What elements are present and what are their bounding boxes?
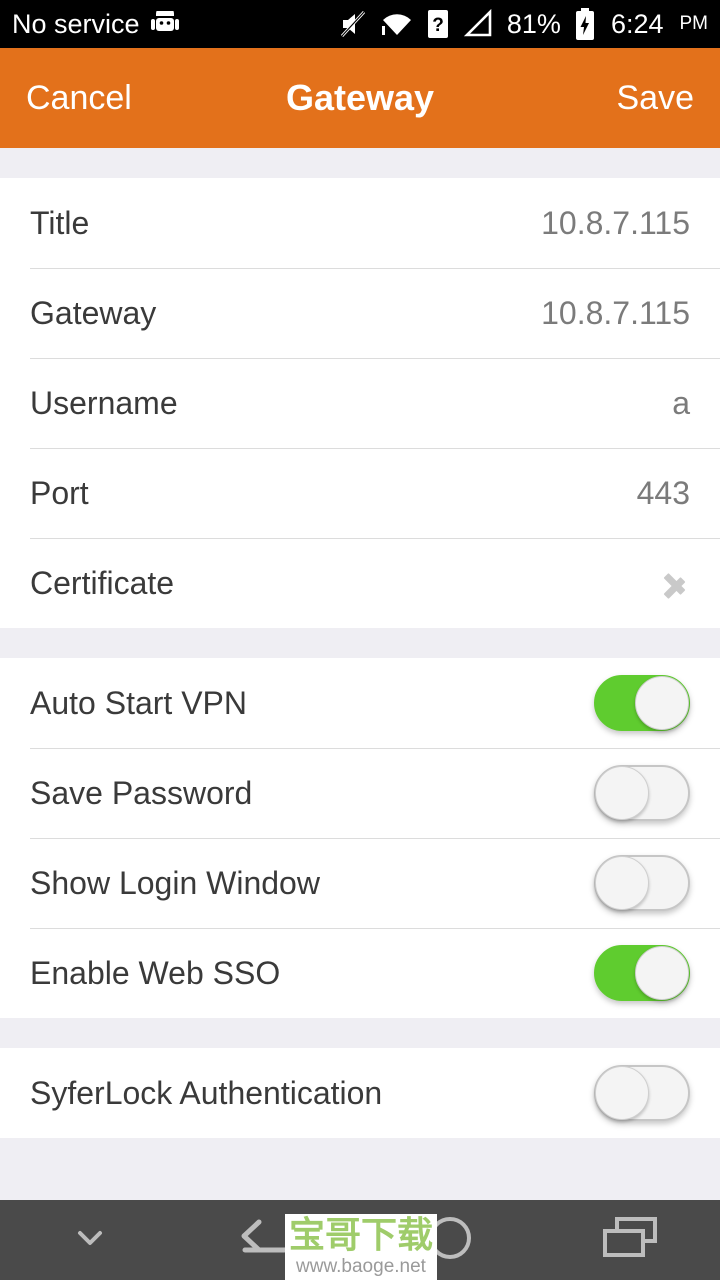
watermark-chinese-label: 宝哥下载 (288, 1215, 433, 1256)
status-icons: ? 81% 6:24 PM (339, 8, 708, 40)
toggle-syferlock-authentication[interactable] (594, 1065, 690, 1121)
row-label: Save Password (30, 774, 253, 811)
row-show-login-window[interactable]: Show Login Window (0, 838, 720, 928)
section-gap-top (0, 148, 720, 178)
recents-icon (599, 1211, 661, 1270)
row-port[interactable]: Port 443 (0, 448, 720, 538)
row-label: Port (30, 474, 89, 511)
section-gap-bottom (0, 1138, 720, 1198)
status-bar: No service ? 81% 6:24 PM (0, 0, 720, 48)
row-title[interactable]: Title 10.8.7.115 (0, 178, 720, 268)
chevron-right-icon[interactable] (664, 562, 690, 604)
section-gap-2 (0, 1018, 720, 1048)
action-bar: Cancel Gateway Save (0, 48, 720, 148)
row-label: SyferLock Authentication (30, 1074, 383, 1111)
row-gateway[interactable]: Gateway 10.8.7.115 (0, 268, 720, 358)
toggle-show-login-window[interactable] (594, 855, 690, 911)
svg-text:?: ? (432, 15, 444, 36)
row-enable-web-sso[interactable]: Enable Web SSO (0, 928, 720, 1018)
sim-unknown-icon: ? (427, 9, 449, 39)
toggle-save-password[interactable] (594, 765, 690, 821)
cancel-button[interactable]: Cancel (26, 79, 132, 118)
section-connection: Title 10.8.7.115 Gateway 10.8.7.115 User… (0, 178, 720, 628)
row-save-password[interactable]: Save Password (0, 748, 720, 838)
battery-charging-icon (574, 8, 596, 40)
clock-time-label: 6:24 (610, 8, 664, 39)
toggle-knob (595, 1066, 649, 1120)
android-robot-icon (150, 11, 180, 37)
row-value[interactable]: a (672, 385, 690, 422)
section-gap-1 (0, 628, 720, 658)
row-label: Enable Web SSO (30, 954, 281, 991)
row-value[interactable]: 10.8.7.115 (541, 295, 690, 332)
nav-hide-keyboard-button[interactable] (0, 1223, 180, 1258)
battery-percent-label: 81% (506, 8, 561, 39)
row-label: Gateway (30, 294, 157, 331)
clock-ampm-label: PM (679, 13, 709, 34)
watermark-overlay: 宝哥下载 www.baoge.net (285, 1214, 437, 1280)
row-certificate[interactable]: Certificate (0, 538, 720, 628)
row-auto-start-vpn[interactable]: Auto Start VPN (0, 658, 720, 748)
toggle-knob (595, 766, 649, 820)
row-syferlock-authentication[interactable]: SyferLock Authentication (0, 1048, 720, 1138)
watermark-url-label: www.baoge.net (296, 1256, 426, 1277)
mute-icon (339, 9, 367, 39)
row-label: Title (30, 204, 90, 241)
toggle-knob (635, 676, 689, 730)
toggle-auto-start-vpn[interactable] (594, 675, 690, 731)
save-button[interactable]: Save (617, 79, 695, 118)
row-label: Username (30, 384, 178, 421)
row-label: Auto Start VPN (30, 684, 247, 721)
toggle-enable-web-sso[interactable] (594, 945, 690, 1001)
row-value[interactable]: 443 (637, 475, 690, 512)
signal-icon (462, 9, 494, 39)
section-options: Auto Start VPN Save Password Show Login … (0, 658, 720, 1018)
row-label: Certificate (30, 564, 175, 601)
toggle-knob (635, 946, 689, 1000)
phone-screen: No service ? 81% 6:24 PM Cancel Gateway … (0, 0, 720, 1280)
toggle-knob (595, 856, 649, 910)
chevron-down-icon (70, 1223, 110, 1258)
row-value[interactable]: 10.8.7.115 (541, 205, 690, 242)
nav-recents-button[interactable] (540, 1211, 720, 1270)
wifi-icon (380, 10, 414, 38)
row-label: Show Login Window (30, 864, 320, 901)
settings-list: Title 10.8.7.115 Gateway 10.8.7.115 User… (0, 148, 720, 1200)
carrier-label: No service (12, 8, 140, 39)
section-authentication: SyferLock Authentication (0, 1048, 720, 1138)
row-username[interactable]: Username a (0, 358, 720, 448)
